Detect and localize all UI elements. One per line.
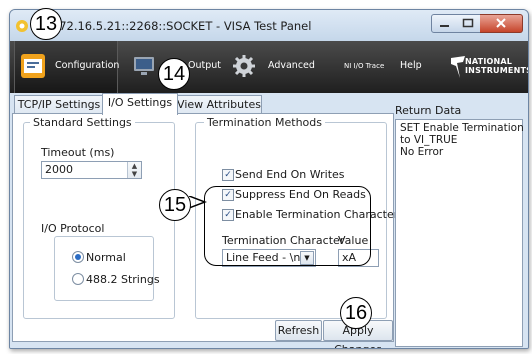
visa-test-panel-window: :172.16.5.21::2268::SOCKET - VISA Test P…	[9, 9, 529, 349]
toolbar: Configuration Output Advanced NI I/O Tra…	[10, 41, 528, 93]
title-bar: :172.16.5.21::2268::SOCKET - VISA Test P…	[10, 10, 528, 41]
standard-settings-group: Standard Settings Timeout (ms) 2000 ▲ ▼ I…	[23, 116, 175, 319]
radio-4882-strings[interactable]	[72, 273, 84, 285]
timeout-spinner[interactable]: ▲ ▼	[127, 162, 141, 178]
close-icon	[496, 18, 506, 28]
tab-tcpip-settings[interactable]: TCP/IP Settings	[14, 95, 104, 114]
timeout-value: 2000	[45, 163, 73, 176]
tab-io-settings[interactable]: I/O Settings	[102, 93, 178, 115]
logo-line1: NATIONAL	[465, 57, 513, 66]
standard-settings-title: Standard Settings	[30, 116, 135, 129]
termination-character-highlight	[204, 186, 371, 266]
return-data-line: to VI_TRUE	[400, 134, 458, 146]
radio-normal-label: Normal	[86, 251, 126, 264]
callout-13: 13	[30, 8, 62, 40]
toolbar-help-label: Help	[400, 60, 422, 71]
app-icon	[16, 20, 28, 32]
configuration-icon	[21, 54, 45, 78]
close-button[interactable]	[480, 14, 523, 33]
toolbar-ni-io-trace[interactable]: NI I/O Trace	[340, 41, 394, 93]
io-protocol-box: Normal 488.2 Strings	[54, 236, 160, 301]
national-instruments-logo: NATIONAL INSTRUMENTS	[451, 53, 528, 81]
return-data-title: Return Data	[395, 104, 462, 117]
send-end-on-writes-label: Send End On Writes	[235, 168, 345, 181]
termination-methods-title: Termination Methods	[204, 116, 325, 129]
maximize-button[interactable]	[456, 14, 481, 33]
ni-eagle-icon	[451, 56, 465, 78]
toolbar-advanced-label: Advanced	[268, 60, 315, 71]
return-data-panel: Return Data SET Enable Termination to VI…	[395, 101, 524, 347]
refresh-button[interactable]: Refresh	[275, 320, 322, 341]
toolbar-help[interactable]: Help	[396, 41, 428, 93]
timeout-label: Timeout (ms)	[41, 146, 115, 159]
toolbar-advanced[interactable]: Advanced	[228, 41, 318, 93]
toolbar-output-label: Output	[188, 60, 221, 71]
radio-normal[interactable]	[72, 251, 84, 263]
maximize-icon	[462, 18, 474, 28]
callout-15: 15	[159, 189, 191, 221]
minimize-icon	[440, 25, 449, 27]
tab-view-attributes[interactable]: View Attributes	[176, 95, 262, 114]
return-data-box: SET Enable Termination to VI_TRUE No Err…	[395, 119, 524, 347]
toolbar-configuration-label: Configuration	[55, 60, 120, 71]
toolbar-configuration[interactable]: Configuration	[14, 41, 120, 93]
toolbar-ni-io-trace-label: NI I/O Trace	[344, 62, 385, 70]
minimize-button[interactable]	[431, 14, 458, 33]
callout-14: 14	[158, 58, 190, 90]
callout-16: 16	[340, 297, 372, 329]
return-data-line: No Error	[400, 146, 444, 158]
radio-4882-strings-label: 488.2 Strings	[86, 273, 160, 286]
send-end-on-writes-checkbox[interactable]: ✓	[222, 169, 234, 181]
logo-line2: INSTRUMENTS	[465, 66, 529, 75]
window-title: :172.16.5.21::2268::SOCKET - VISA Test P…	[48, 19, 312, 33]
io-protocol-label: I/O Protocol	[41, 222, 105, 235]
monitor-icon	[134, 57, 154, 75]
timeout-input[interactable]: 2000 ▲ ▼	[41, 161, 142, 179]
gear-icon	[233, 55, 255, 77]
return-data-line: SET Enable Termination	[400, 122, 524, 134]
callout-pointer-15	[189, 196, 207, 208]
